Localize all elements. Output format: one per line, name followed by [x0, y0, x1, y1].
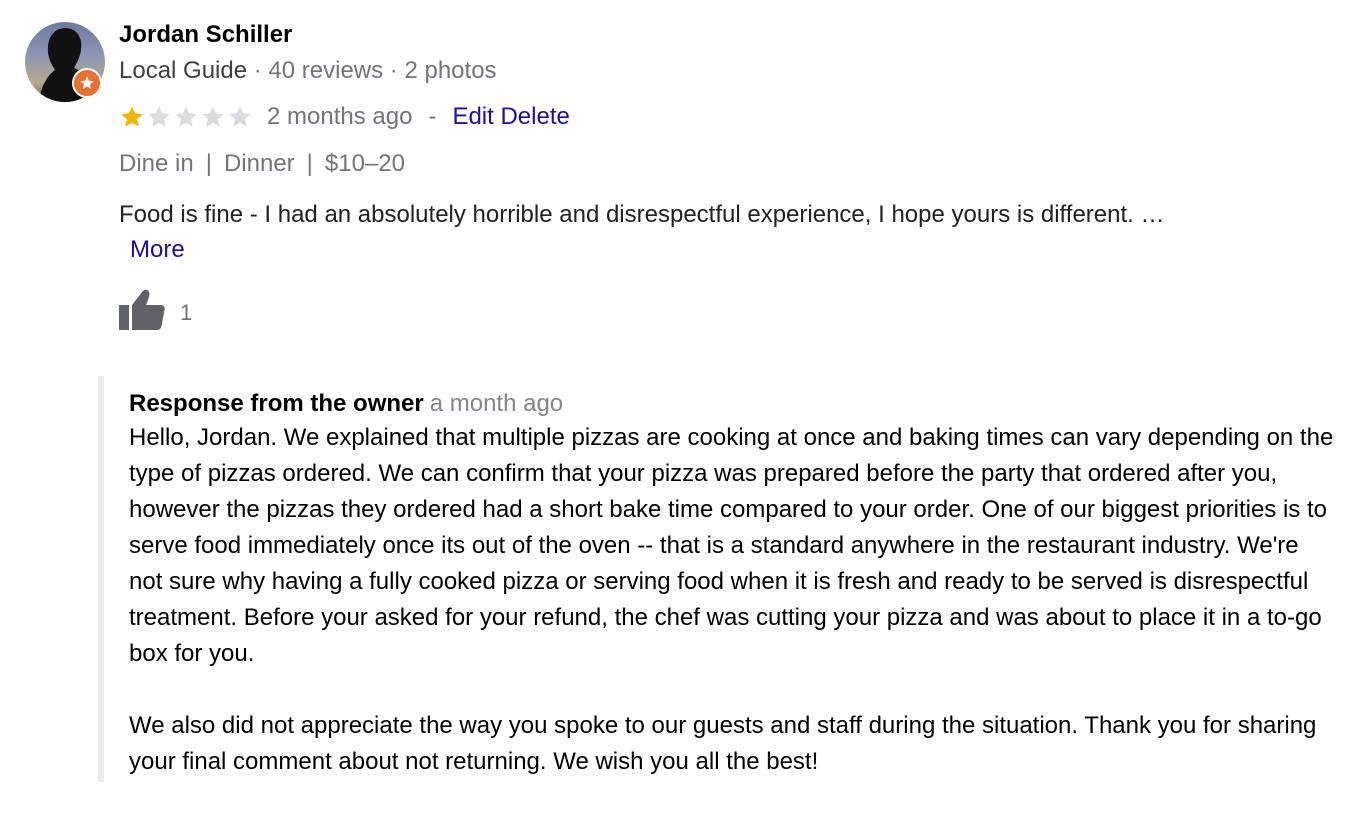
- owner-response-paragraph: We also did not appreciate the way you s…: [129, 712, 1317, 775]
- thumbs-up-icon: [119, 289, 165, 330]
- owner-response-header: Response from the owner a month ago: [129, 389, 1338, 419]
- local-guide-label: Local Guide: [119, 57, 248, 84]
- visit-details: Dine in | Dinner | $10–20: [119, 149, 405, 179]
- owner-response-title: Response from the owner: [129, 390, 424, 417]
- local-guide-badge-icon: [72, 68, 102, 98]
- review-text: Food is fine - I had an absolutely horri…: [119, 201, 1165, 228]
- more-link[interactable]: More: [130, 235, 185, 265]
- pipe-divider: |: [306, 150, 313, 177]
- meta-dot: ·: [247, 57, 269, 84]
- price-range: $10–20: [324, 150, 405, 177]
- separator: -: [428, 103, 437, 130]
- review-card: Jordan Schiller Local Guide · 40 reviews…: [0, 0, 1352, 824]
- owner-response-body: Hello, Jordan. We explained that multipl…: [129, 420, 1338, 780]
- owner-response-time: a month ago: [429, 390, 564, 417]
- like-button[interactable]: 1: [119, 288, 192, 330]
- service-type: Dine in: [119, 150, 194, 177]
- owner-response: Response from the owner a month ago Hello…: [98, 376, 1338, 782]
- reviewer-name[interactable]: Jordan Schiller: [119, 20, 292, 50]
- star-empty-icon: [202, 106, 224, 127]
- reviewer-meta: Local Guide · 40 reviews · 2 photos: [119, 56, 497, 86]
- meta-dot: ·: [383, 57, 405, 84]
- like-count: 1: [180, 300, 193, 325]
- star-empty-icon: [175, 106, 197, 127]
- edit-link[interactable]: Edit: [452, 103, 493, 131]
- star-rating: [119, 104, 253, 130]
- delete-link[interactable]: Delete: [500, 103, 569, 131]
- star-empty-icon: [148, 106, 170, 127]
- link-space: [494, 103, 501, 131]
- review-time: 2 months ago: [267, 103, 413, 130]
- star-filled-icon: [121, 106, 143, 127]
- pipe-divider: |: [205, 150, 212, 177]
- meal-type: Dinner: [223, 150, 295, 177]
- star-empty-icon: [229, 106, 251, 127]
- rating-row: 2 months ago - Edit Delete: [119, 101, 570, 133]
- owner-response-paragraph: Hello, Jordan. We explained that multipl…: [129, 424, 1334, 667]
- review-count[interactable]: 40 reviews: [268, 57, 383, 84]
- photo-count[interactable]: 2 photos: [404, 57, 496, 84]
